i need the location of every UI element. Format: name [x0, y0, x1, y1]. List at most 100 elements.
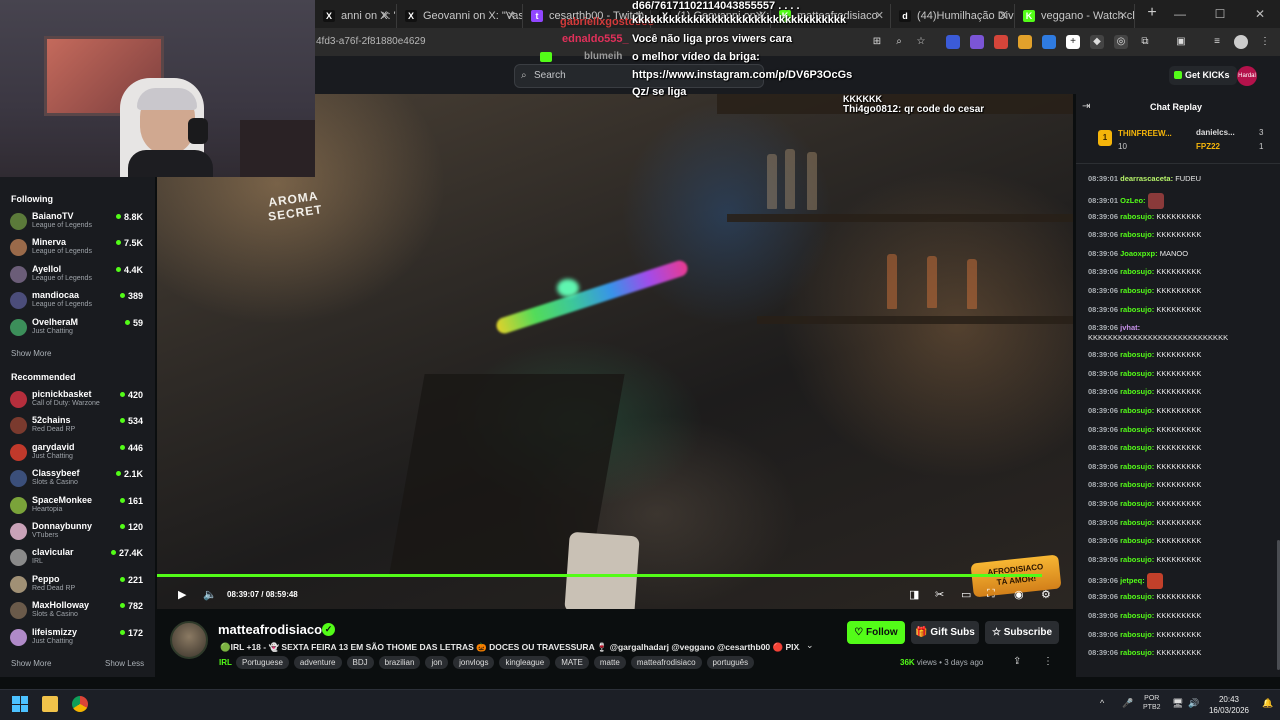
zoom-icon[interactable]: ⌕ — [892, 35, 906, 49]
sidebar-channel[interactable]: MaxHolloway Slots & Casino 782 — [0, 599, 155, 625]
sidebar-channel[interactable]: Donnaybunny VTubers 120 — [0, 520, 155, 546]
extension-icon[interactable] — [1042, 35, 1056, 49]
message-user[interactable]: rabosujo: — [1120, 425, 1154, 434]
sidebar-channel[interactable]: lifeismizzy Just Chatting 172 — [0, 626, 155, 652]
message-user[interactable]: rabosujo: — [1120, 462, 1154, 471]
tag-pill[interactable]: matte — [593, 656, 626, 669]
sidebar-channel[interactable]: Classybeef Slots & Casino 2.1K — [0, 467, 155, 493]
message-user[interactable]: rabosujo: — [1120, 230, 1154, 239]
minimize-icon[interactable]: — — [1160, 0, 1200, 28]
browser-menu-icon[interactable]: ⋮ — [1258, 35, 1272, 49]
network-icon[interactable]: 🖥 — [1172, 698, 1183, 709]
user-avatar[interactable]: Hardal — [1237, 66, 1257, 86]
translate-icon[interactable]: ⊞ — [870, 35, 884, 49]
tag-pill[interactable]: BDJ — [346, 656, 374, 669]
category-link[interactable]: IRL — [219, 658, 232, 667]
video-progress-bar[interactable] — [157, 574, 1043, 577]
sidebar-channel[interactable]: Ayellol League of Legends 4.4K — [0, 263, 155, 289]
tag-pill[interactable]: jon — [425, 656, 449, 669]
get-kicks-button[interactable]: Get KICKs — [1169, 66, 1237, 85]
tab-close-icon[interactable]: ✕ — [875, 9, 884, 22]
input-language[interactable]: POR PTB2 — [1143, 694, 1161, 712]
channel-name[interactable]: matteafrodisiaco — [218, 622, 322, 637]
share-icon[interactable]: ⇪ — [1013, 656, 1021, 667]
extension-icon[interactable] — [970, 35, 984, 49]
gifter-name[interactable]: danielcs... — [1196, 128, 1235, 137]
browser-tab[interactable]: Xanni on X: "Vasc✕ — [315, 4, 397, 28]
close-window-icon[interactable]: ✕ — [1240, 0, 1280, 28]
reading-list-icon[interactable]: ≡ — [1210, 35, 1224, 49]
maximize-icon[interactable]: ☐ — [1200, 0, 1240, 28]
message-user[interactable]: rabosujo: — [1120, 350, 1154, 359]
tag-pill[interactable]: brazilian — [378, 656, 421, 669]
taskbar-clock[interactable]: 20:43 16/03/2026 — [1207, 694, 1251, 716]
message-user[interactable]: rabosujo: — [1120, 406, 1154, 415]
message-user[interactable]: rabosujo: — [1120, 592, 1154, 601]
fullscreen-icon[interactable]: ⛶ — [987, 588, 995, 601]
sidebar-channel[interactable]: garydavid Just Chatting 446 — [0, 441, 155, 467]
message-user[interactable]: rabosujo: — [1120, 305, 1154, 314]
sidebar-channel[interactable]: SpaceMonkee Heartopia 161 — [0, 494, 155, 520]
tag-pill[interactable]: adventure — [293, 656, 342, 669]
profile-avatar-icon[interactable] — [1234, 35, 1248, 49]
message-user[interactable]: rabosujo: — [1120, 518, 1154, 527]
message-user[interactable]: jvhat: — [1120, 323, 1140, 332]
tag-pill[interactable]: kingleague — [499, 656, 551, 669]
gifter-name[interactable]: FPZ22 — [1196, 142, 1220, 151]
tag-pill[interactable]: jonvlogs — [453, 656, 495, 669]
tag-pill[interactable]: MATE — [555, 656, 589, 669]
extensions-puzzle-icon[interactable]: ⧉ — [1138, 35, 1152, 49]
sidebar-channel[interactable]: 52chains Red Dead RP 534 — [0, 414, 155, 440]
gift-subs-button[interactable]: 🎁 Gift Subs — [911, 621, 979, 644]
message-user[interactable]: dearrascaceta: — [1120, 174, 1173, 183]
tab-close-icon[interactable]: ✕ — [1119, 9, 1128, 22]
theater-mode-icon[interactable]: ▭ — [961, 588, 971, 601]
media-icon[interactable]: ▣ — [1174, 35, 1188, 49]
pip-icon[interactable]: ◨ — [909, 588, 919, 601]
tab-close-icon[interactable]: ✕ — [507, 9, 516, 22]
extension-icon[interactable] — [946, 35, 960, 49]
sidebar-channel[interactable]: OvelheraM Just Chatting 59 — [0, 316, 155, 342]
clip-icon[interactable]: ✂ — [935, 588, 944, 601]
tag-pill[interactable]: matteafrodisiaco — [630, 656, 702, 669]
message-user[interactable]: rabosujo: — [1120, 286, 1154, 295]
bookmark-star-icon[interactable]: ☆ — [914, 35, 928, 49]
chevron-down-icon[interactable]: ⌄ — [806, 640, 814, 651]
sidebar-channel[interactable]: BaianoTV League of Legends 8.8K — [0, 210, 155, 236]
tag-pill[interactable]: Portuguese — [236, 656, 289, 669]
message-user[interactable]: rabosujo: — [1120, 212, 1154, 221]
subscribe-button[interactable]: ☆ Subscribe — [985, 621, 1059, 644]
sidebar-channel[interactable]: Minerva League of Legends 7.5K — [0, 236, 155, 262]
settings-gear-icon[interactable]: ⚙ — [1041, 588, 1051, 601]
tab-close-icon[interactable]: ✕ — [999, 9, 1008, 22]
message-user[interactable]: rabosujo: — [1120, 443, 1154, 452]
message-user[interactable]: rabosujo: — [1120, 536, 1154, 545]
chrome-icon[interactable] — [72, 696, 88, 712]
browser-tab[interactable]: Kveggano - Watch cli ✕ — [1015, 4, 1135, 28]
more-options-icon[interactable]: ⋮ — [1043, 656, 1053, 667]
message-user[interactable]: OzLeo: — [1120, 196, 1145, 205]
quality-icon[interactable]: ◉ — [1014, 588, 1024, 601]
message-user[interactable]: rabosujo: — [1120, 630, 1154, 639]
show-more-recommended-button[interactable]: Show More — [11, 659, 51, 668]
message-user[interactable]: rabosujo: — [1120, 267, 1154, 276]
sidebar-channel[interactable]: Peppo Red Dead RP 221 — [0, 573, 155, 599]
sidebar-channel[interactable]: mandiocaa League of Legends 389 — [0, 289, 155, 315]
file-explorer-icon[interactable] — [42, 696, 58, 712]
follow-button[interactable]: ♡ Follow — [847, 621, 905, 644]
notification-bell-icon[interactable]: 🔔 — [1262, 698, 1273, 709]
sidebar-channel[interactable]: clavicular IRL 27.4K — [0, 546, 155, 572]
windows-start-icon[interactable] — [12, 696, 28, 712]
sidebar-channel[interactable]: picnickbasket Call of Duty: Warzone 420 — [0, 388, 155, 414]
collapse-chat-icon[interactable]: ⇥ — [1082, 101, 1090, 112]
message-user[interactable]: jetpeq: — [1120, 576, 1145, 585]
tab-close-icon[interactable]: ✕ — [381, 9, 390, 22]
message-user[interactable]: rabosujo: — [1120, 369, 1154, 378]
play-icon[interactable]: ▶ — [178, 588, 186, 601]
gifter-name[interactable]: THINFREEW... — [1118, 129, 1172, 138]
message-user[interactable]: rabosujo: — [1120, 648, 1154, 657]
channel-avatar[interactable] — [170, 621, 208, 659]
tray-expand-icon[interactable]: ^ — [1100, 698, 1104, 708]
extension-icon[interactable]: + — [1066, 35, 1080, 49]
url-text[interactable]: 4fd3-a76f-2f81880e4629 — [316, 36, 426, 47]
